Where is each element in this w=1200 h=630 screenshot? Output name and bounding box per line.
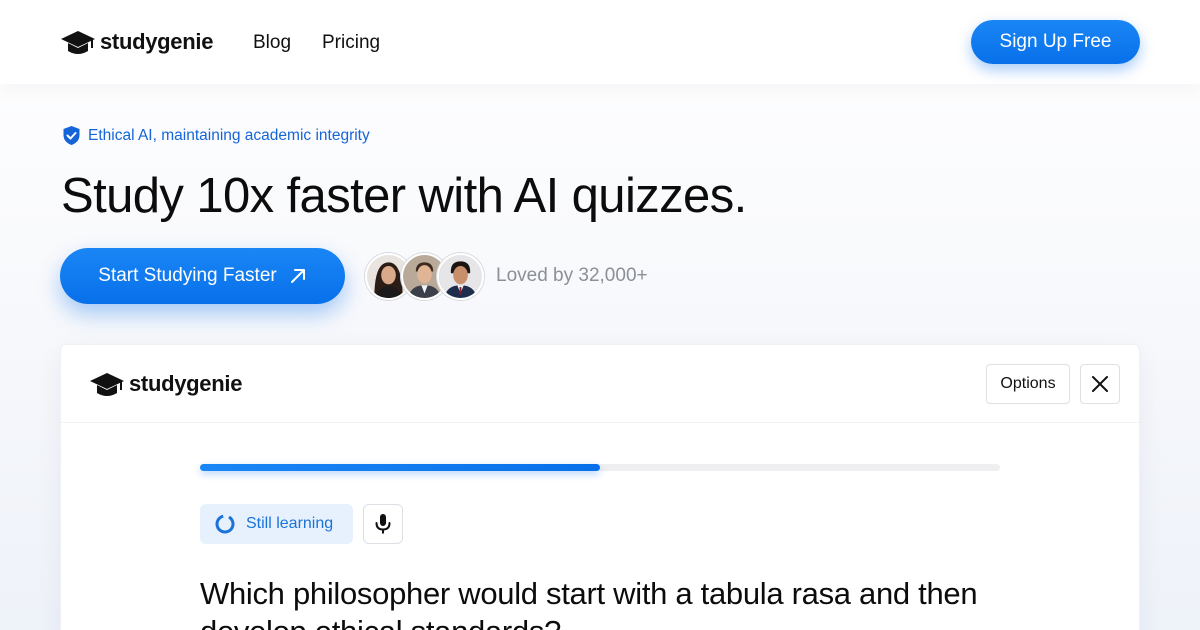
- microphone-icon: [375, 514, 391, 534]
- graduation-cap-icon: [61, 31, 95, 54]
- social-proof-text: Loved by 32,000+: [496, 265, 648, 286]
- badge-text: Ethical AI, maintaining academic integri…: [88, 126, 370, 144]
- options-button[interactable]: Options: [986, 364, 1070, 404]
- avatar: [437, 253, 484, 300]
- card-brand-name: studygenie: [129, 371, 243, 396]
- status-badge: Still learning: [200, 504, 353, 544]
- loading-ring-icon: [215, 514, 235, 534]
- arrow-up-right-icon: [290, 269, 305, 283]
- close-button[interactable]: [1080, 364, 1120, 404]
- brand-logo[interactable]: studygenie: [60, 26, 213, 58]
- card-brand-logo: studygenie: [89, 368, 242, 400]
- nav-link-blog[interactable]: Blog: [253, 32, 291, 54]
- close-icon: [1092, 376, 1108, 392]
- brand-name: studygenie: [100, 29, 214, 54]
- microphone-button[interactable]: [363, 504, 403, 544]
- ethics-badge: Ethical AI, maintaining academic integri…: [62, 125, 370, 146]
- nav-link-pricing[interactable]: Pricing: [322, 32, 380, 54]
- start-studying-label: Start Studying Faster: [98, 265, 277, 286]
- progress-bar-fill: [200, 464, 600, 471]
- card-header: studygenie Options: [61, 345, 1139, 423]
- sign-up-button[interactable]: Sign Up Free: [971, 20, 1140, 64]
- quiz-question: Which philosopher would start with a tab…: [200, 576, 978, 630]
- progress-bar: [200, 464, 1000, 471]
- navbar: studygenie Blog Pricing Sign Up Free: [0, 0, 1200, 84]
- shield-check-icon: [63, 126, 80, 145]
- status-text: Still learning: [246, 515, 334, 532]
- start-studying-button[interactable]: Start Studying Faster: [60, 248, 345, 304]
- graduation-cap-icon: [90, 373, 124, 396]
- page-title: Study 10x faster with AI quizzes.: [61, 169, 747, 223]
- quiz-preview-card: studygenie Options Still learning Which …: [61, 345, 1139, 630]
